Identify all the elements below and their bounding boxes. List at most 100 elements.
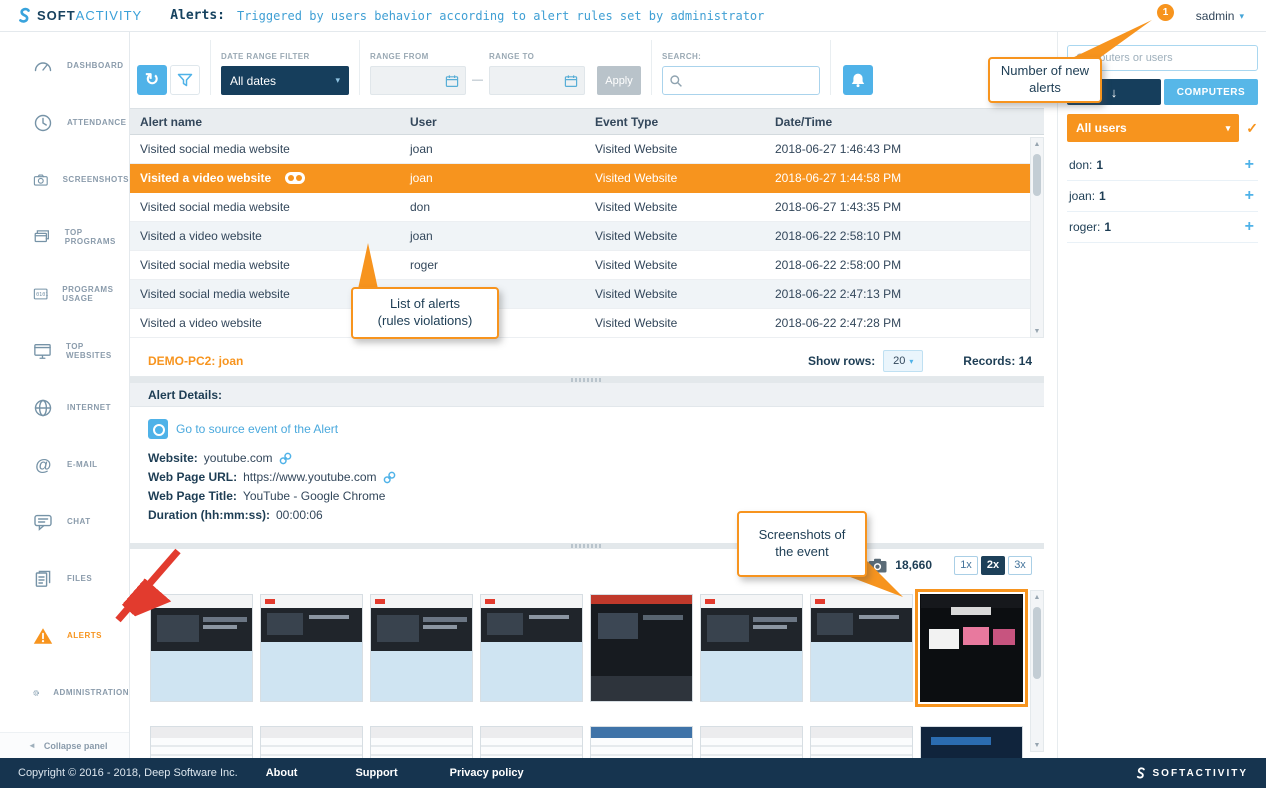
user-menu[interactable]: sadmin ▾ [1196, 0, 1244, 32]
table-row[interactable]: Visited social media website don Visited… [130, 193, 1030, 222]
link-icon[interactable] [383, 471, 396, 484]
all-users-dropdown[interactable]: All users ▾ [1067, 114, 1240, 142]
scroll-up-icon[interactable]: ▲ [1031, 591, 1043, 603]
sidebar-item-top-programs[interactable]: TOP PROGRAMS [0, 208, 129, 265]
collapse-panel-button[interactable]: ◄ Collapse panel [0, 732, 129, 758]
sidebar-item-files[interactable]: FILES [0, 550, 129, 607]
screenshot-thumbnail[interactable] [590, 726, 693, 758]
plus-icon[interactable]: + [1245, 156, 1254, 174]
table-row[interactable]: Visited a video website Visited Website … [130, 309, 1030, 338]
screenshot-thumbnail[interactable] [480, 726, 583, 758]
binary-icon: 0101 [33, 288, 48, 299]
sidebar-item-email[interactable]: @ E-MAIL [0, 436, 129, 493]
sidebar-item-internet[interactable]: INTERNET [0, 379, 129, 436]
apply-button[interactable]: Apply [597, 66, 641, 95]
column-user[interactable]: User [400, 115, 585, 129]
footer-logo: SOFTACTIVITY [1133, 766, 1248, 781]
screenshots-scrollbar[interactable]: ▲ ▼ [1030, 590, 1044, 752]
zoom-2x-button[interactable]: 2x [981, 555, 1005, 575]
scroll-down-icon[interactable]: ▼ [1031, 739, 1043, 751]
screenshot-thumbnail[interactable] [700, 726, 803, 758]
collapse-arrow-icon: ◄ [28, 741, 36, 750]
screenshot-thumbnail[interactable] [150, 594, 253, 702]
range-from-input[interactable] [370, 66, 466, 95]
zoom-1x-button[interactable]: 1x [954, 555, 978, 575]
screenshot-thumbnail[interactable] [700, 594, 803, 702]
sidebar-item-administration[interactable]: ADMINISTRATION [0, 664, 129, 721]
field-label: Duration (hh:mm:ss): [148, 508, 270, 522]
alerts-toolbar: ↻ DATE RANGE FILTER All dates ▾ RANGE FR… [130, 32, 1044, 108]
refresh-button[interactable]: ↻ [137, 65, 167, 95]
table-scrollbar[interactable]: ▲ ▼ [1030, 137, 1044, 338]
scroll-down-icon[interactable]: ▼ [1031, 325, 1043, 337]
zoom-3x-button[interactable]: 3x [1008, 555, 1032, 575]
scrollbar-thumb[interactable] [1033, 154, 1041, 196]
users-list: don: 1 + joan: 1 + roger: 1 + [1067, 150, 1258, 243]
screenshot-thumbnail[interactable] [150, 726, 253, 758]
screenshot-thumbnail[interactable] [810, 726, 913, 758]
scrollbar-thumb[interactable] [1033, 607, 1041, 679]
sidebar-item-chat[interactable]: CHAT [0, 493, 129, 550]
filter-button[interactable] [170, 65, 200, 95]
svg-text:@: @ [35, 456, 51, 474]
search-icon [670, 75, 682, 87]
column-event-type[interactable]: Event Type [585, 115, 765, 129]
link-icon[interactable] [279, 452, 292, 465]
list-item-user[interactable]: don: 1 + [1067, 150, 1258, 181]
sidebar-item-alerts[interactable]: ALERTS [0, 607, 129, 664]
screenshot-thumbnail[interactable] [810, 594, 913, 702]
screenshot-thumbnail[interactable] [260, 726, 363, 758]
sidebar: DASHBOARD ATTENDANCE SCREENSHOTS TOP PRO… [0, 32, 130, 758]
sidebar-item-attendance[interactable]: ATTENDANCE [0, 94, 129, 151]
sidebar-item-programs-usage[interactable]: 0101 PROGRAMS USAGE [0, 265, 129, 322]
support-link[interactable]: Support [355, 767, 397, 779]
list-item-user[interactable]: roger: 1 + [1067, 212, 1258, 243]
privacy-policy-link[interactable]: Privacy policy [450, 767, 524, 779]
screenshot-thumbnail[interactable] [260, 594, 363, 702]
range-to-input[interactable] [489, 66, 585, 95]
range-to-label: RANGE TO [489, 52, 535, 61]
table-row[interactable]: Visited social media website joan Visite… [130, 135, 1030, 164]
screenshot-thumbnail-highlighted[interactable] [915, 589, 1028, 707]
column-datetime[interactable]: Date/Time [765, 115, 1044, 129]
computers-button[interactable]: COMPUTERS [1164, 79, 1258, 105]
chat-bubble-icon [34, 514, 52, 531]
dashboard-icon [34, 61, 52, 71]
range-from-label: RANGE FROM [370, 52, 429, 61]
chevron-down-icon: ▾ [909, 356, 914, 366]
chevron-down-icon: ▾ [1225, 122, 1231, 133]
list-item-user[interactable]: joan: 1 + [1067, 181, 1258, 212]
screenshot-thumbnail[interactable] [480, 594, 583, 702]
scroll-up-icon[interactable]: ▲ [1031, 138, 1043, 150]
page-title: Alerts: [170, 8, 225, 23]
date-range-select[interactable]: All dates ▾ [221, 66, 349, 95]
callout-screenshots: Screenshots of the event [737, 511, 867, 577]
search-label: SEARCH: [662, 52, 702, 61]
plus-icon[interactable]: + [1245, 187, 1254, 205]
column-alert-name[interactable]: Alert name [130, 115, 400, 129]
screenshot-thumbnail[interactable] [590, 594, 693, 702]
screenshot-thumbnail[interactable] [370, 594, 473, 702]
check-icon[interactable]: ✓ [1246, 120, 1258, 137]
table-row[interactable]: Visited social media website Visited Web… [130, 280, 1030, 309]
screenshot-thumbnail[interactable] [920, 726, 1023, 758]
about-link[interactable]: About [266, 767, 298, 779]
alerts-config-button[interactable] [843, 65, 873, 95]
table-row-selected[interactable]: Visited a video website joan Visited Web… [130, 164, 1030, 193]
screenshot-thumbnail[interactable] [370, 726, 473, 758]
view-icon[interactable] [285, 172, 306, 184]
clock-icon [34, 114, 52, 131]
rows-per-page-select[interactable]: 20 ▾ [883, 350, 924, 372]
filter-icon [177, 73, 193, 87]
plus-icon[interactable]: + [1245, 218, 1254, 236]
go-to-source-link[interactable]: Go to source event of the Alert [148, 419, 1044, 439]
new-alerts-badge[interactable]: 1 [1157, 4, 1174, 21]
sidebar-item-top-websites[interactable]: TOP WEBSITES [0, 322, 129, 379]
search-input[interactable] [662, 66, 820, 95]
sidebar-item-screenshots[interactable]: SCREENSHOTS [0, 151, 129, 208]
table-row[interactable]: Visited a video website joan Visited Web… [130, 222, 1030, 251]
camera-count-icon [868, 558, 887, 572]
sidebar-item-dashboard[interactable]: DASHBOARD [0, 37, 129, 94]
alert-details-panel: Go to source event of the Alert Website:… [130, 407, 1044, 543]
table-row[interactable]: Visited social media website roger Visit… [130, 251, 1030, 280]
